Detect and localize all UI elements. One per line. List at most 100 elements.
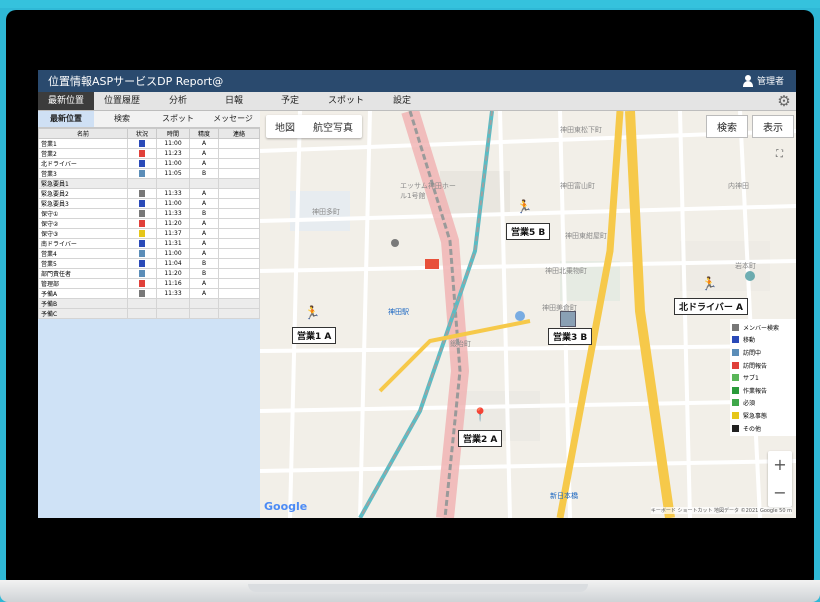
map-attribution[interactable]: キーボード ショートカット 地図データ ©2021 Google 50 m (650, 507, 792, 514)
app-title: 位置情報ASPサービスDP Report@ (48, 75, 224, 88)
menu-schedule[interactable]: 予定 (262, 92, 318, 110)
fullscreen-icon[interactable]: ⛶ (776, 149, 788, 161)
table-row[interactable]: 予備A 11:33 A (38, 288, 260, 299)
status-icon (139, 200, 145, 207)
cell-status (127, 218, 157, 229)
legend-swatch-icon (732, 361, 739, 369)
col-status[interactable]: 状況 (127, 128, 157, 139)
map-label-north-driver[interactable]: 北ドライバー A (674, 298, 748, 315)
table-row[interactable]: 営業3 11:05 B (38, 168, 260, 179)
status-icon (139, 280, 145, 287)
table-row[interactable]: 保守③ 11:37 A (38, 228, 260, 239)
top-strip (0, 0, 820, 8)
col-accuracy[interactable]: 精度 (189, 128, 219, 139)
tab-spot[interactable]: スポット (150, 111, 206, 127)
status-icon (139, 190, 145, 197)
cell-status (127, 308, 157, 319)
map-pin-icon[interactable]: 📍 (472, 409, 488, 423)
menu-spot[interactable]: スポット (318, 92, 374, 110)
map-label-sales2[interactable]: 営業2 A (458, 430, 503, 447)
legend-item: 訪問中 (732, 346, 796, 359)
place-label: 神田東紺屋町 (565, 232, 607, 240)
user-menu[interactable]: 管理者 (742, 74, 784, 87)
table-row[interactable]: 管理部 11:16 A (38, 278, 260, 289)
zoom-control: + − (768, 451, 792, 507)
cell-name: 営業1 (38, 138, 128, 149)
legend-item: その他 (732, 422, 796, 435)
map-tab-satellite[interactable]: 航空写真 (304, 115, 362, 138)
legend-label: サブ1 (743, 375, 759, 383)
cell-status (127, 238, 157, 249)
col-contact[interactable]: 連絡 (218, 128, 260, 139)
place-label: 内神田 (728, 182, 749, 190)
menu-daily-report[interactable]: 日報 (206, 92, 262, 110)
map-view[interactable]: 地図 航空写真 検索 表示 ⛶ 神田東松下町 神田多町 神田富山町 神田北乗物町… (260, 111, 796, 518)
table-row[interactable]: 緊急要員2 11:33 A (38, 188, 260, 199)
map-label-sales5[interactable]: 営業5 B (506, 223, 551, 240)
cell-contact (218, 248, 260, 259)
cell-accuracy: A (189, 228, 219, 239)
legend-swatch-icon (732, 374, 739, 382)
table-row[interactable]: 予備C (38, 308, 260, 319)
table-row[interactable]: 緊急要員3 11:00 A (38, 198, 260, 209)
status-legend: メンバー検索 移動 訪問中 訪問報告 サブ1 作業報告 必須 緊急事態 その他 (730, 319, 796, 437)
cell-contact (218, 208, 260, 219)
map-label-sales1[interactable]: 営業1 A (292, 327, 337, 344)
table-row[interactable]: 南ドライバー 11:31 A (38, 238, 260, 249)
tab-latest-position[interactable]: 最新位置 (38, 111, 94, 127)
cell-contact (218, 278, 260, 289)
menu-position-history[interactable]: 位置履歴 (94, 92, 150, 110)
menu-latest-position[interactable]: 最新位置 (38, 92, 94, 110)
place-label: 鍛冶町 (450, 340, 471, 348)
table-row[interactable]: 予備B (38, 298, 260, 309)
legend-swatch-icon (732, 386, 739, 394)
tab-message[interactable]: メッセージ (206, 111, 260, 127)
gear-icon[interactable]: ⚙ (776, 93, 792, 109)
cell-time: 11:23 (156, 148, 190, 159)
cell-name: 営業3 (38, 168, 128, 179)
person-walking-icon[interactable]: 🏃 (304, 307, 320, 321)
tab-search[interactable]: 検索 (94, 111, 150, 127)
cell-accuracy: B (189, 258, 219, 269)
legend-swatch-icon (732, 411, 739, 419)
table-row[interactable]: 営業4 11:00 A (38, 248, 260, 259)
map-display-button[interactable]: 表示 (752, 115, 794, 138)
col-name[interactable]: 名前 (38, 128, 128, 139)
building-icon[interactable] (560, 311, 576, 327)
cell-accuracy: A (189, 148, 219, 159)
table-row[interactable]: 保守① 11:33 B (38, 208, 260, 219)
person-walking-icon[interactable]: 🏃 (701, 278, 717, 292)
cell-name: 保守② (38, 218, 128, 229)
cell-time: 11:04 (156, 258, 190, 269)
status-icon (139, 260, 145, 267)
legend-label: メンバー検索 (743, 324, 780, 332)
status-icon (139, 210, 145, 217)
cell-time: 11:20 (156, 268, 190, 279)
zoom-out-button[interactable]: − (768, 479, 792, 507)
menu-settings[interactable]: 設定 (374, 92, 430, 110)
col-time[interactable]: 時間 (156, 128, 190, 139)
table-row[interactable]: 営業1 11:00 A (38, 138, 260, 149)
table-row[interactable]: 緊急要員1 (38, 178, 260, 189)
table-row[interactable]: 部門責任者 11:20 B (38, 268, 260, 279)
map-label-sales3[interactable]: 営業3 B (548, 328, 593, 345)
table-row[interactable]: 保守② 11:20 A (38, 218, 260, 229)
person-walking-icon[interactable]: 🏃 (516, 201, 532, 215)
map-search-button[interactable]: 検索 (706, 115, 748, 138)
legend-item: 移動 (732, 334, 796, 347)
table-row[interactable]: 営業5 11:04 B (38, 258, 260, 269)
table-row[interactable]: 北ドライバー 11:00 A (38, 158, 260, 169)
menu-analysis[interactable]: 分析 (150, 92, 206, 110)
zoom-in-button[interactable]: + (768, 451, 792, 479)
cell-status (127, 158, 157, 169)
cell-name: 管理部 (38, 278, 128, 289)
status-icon (139, 290, 145, 297)
app-screen: 位置情報ASPサービスDP Report@ 管理者 最新位置 位置履歴 分析 日… (38, 70, 796, 518)
cell-contact (218, 158, 260, 169)
user-icon (742, 74, 753, 87)
table-row[interactable]: 営業2 11:23 A (38, 148, 260, 159)
cell-contact (218, 218, 260, 229)
cell-status (127, 148, 157, 159)
google-logo: Google (264, 500, 308, 513)
map-tab-map[interactable]: 地図 (266, 115, 304, 138)
